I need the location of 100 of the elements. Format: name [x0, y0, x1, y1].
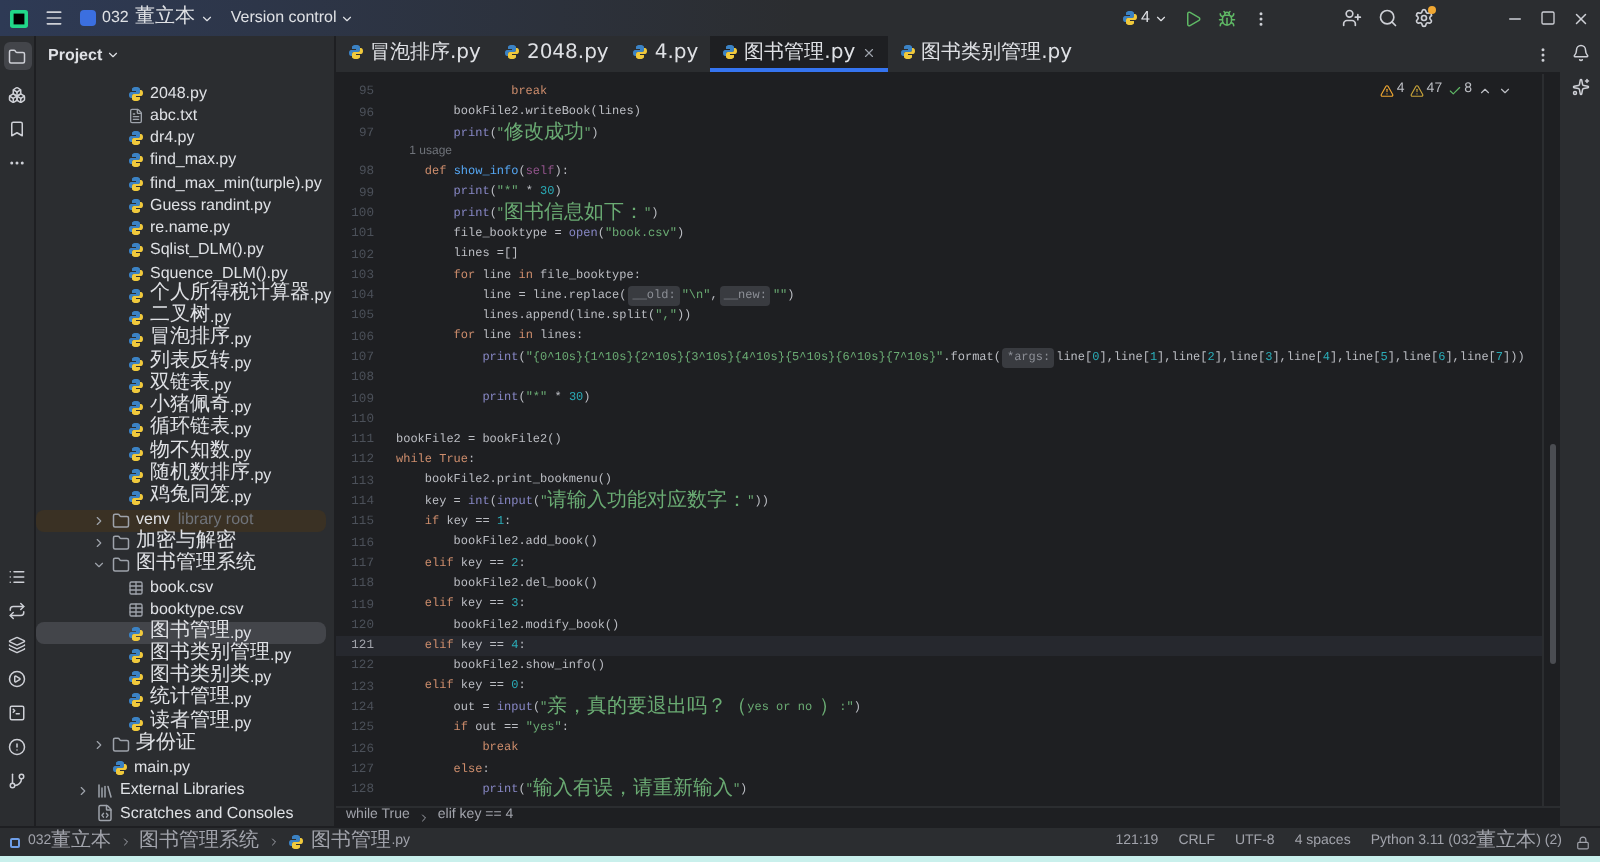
path-item[interactable]: 图书管理系统 [139, 831, 260, 853]
tree-item[interactable]: External Libraries [36, 779, 326, 802]
tree-item[interactable]: Sqlist_DLM().py [36, 239, 326, 262]
python-file-icon [632, 44, 649, 60]
python-file-icon [128, 670, 144, 687]
tree-item-label: 统计管理.py [150, 688, 252, 709]
editor-tab[interactable]: 2048.py [492, 36, 621, 72]
python-file-icon [348, 44, 364, 60]
tree-item[interactable]: dr4.py [36, 127, 326, 150]
menu-icon[interactable] [44, 8, 64, 28]
tree-item[interactable]: 鸡兔同笼.py [36, 487, 326, 510]
tree-item[interactable]: find_max_min(turple).py [36, 172, 326, 195]
tree-item-label: find_max.py [150, 148, 237, 173]
structure-icon[interactable] [8, 86, 26, 104]
python-file-icon [128, 332, 144, 349]
tree-item-label: dr4.py [150, 126, 195, 151]
tree-item-label: 个人所得税计算器.py [150, 283, 332, 304]
run-config-selector[interactable]: 4 [1121, 6, 1168, 30]
tree-item[interactable]: Scratches and Consoles [36, 802, 326, 825]
tree-item[interactable]: find_max.py [36, 149, 326, 172]
close-icon[interactable] [1572, 9, 1590, 27]
tree-item-label: 加密与解密 [136, 531, 236, 552]
editor-tab[interactable]: 图书管理.py [710, 36, 888, 72]
chevron-down-icon [1154, 11, 1168, 25]
tree-item-label: 图书管理系统 [136, 553, 256, 578]
settings-icon[interactable] [1414, 8, 1434, 28]
python-file-icon [128, 467, 144, 484]
close-tab-icon[interactable] [861, 45, 876, 59]
python-file-icon [128, 152, 144, 169]
editor-tab[interactable]: 冒泡排序.py [336, 36, 493, 72]
tree-item-label: 2048.py [150, 81, 207, 106]
tree-item-label: 鸡兔同笼.py [150, 486, 252, 511]
tree-item[interactable]: 循环链表.py [36, 419, 326, 442]
tree-item-label: 图书类别管理.py [150, 643, 292, 664]
tree-item[interactable]: main.py [36, 757, 326, 780]
tree-item[interactable]: 图书管理系统 [36, 554, 326, 577]
bookmark-icon[interactable] [8, 120, 26, 138]
tree-item[interactable]: 随机数排序.py [36, 464, 326, 487]
tree-item[interactable]: abc.txt [36, 104, 326, 127]
python-file-icon [128, 85, 144, 102]
tree-item-label: 小猪佩奇.py [150, 396, 252, 417]
run-circle-icon[interactable] [8, 670, 26, 688]
tree-item[interactable]: venv library root [36, 509, 326, 532]
lock-icon[interactable] [1576, 835, 1590, 849]
search-icon[interactable] [1378, 8, 1398, 28]
python-file-icon [128, 220, 144, 237]
tree-item-label: 循环链表.py [150, 418, 252, 440]
tree-item[interactable]: 读者管理.py [36, 712, 326, 735]
chevron-right-icon [417, 811, 430, 823]
python-file-icon [899, 44, 916, 60]
editor-tab[interactable]: 4.py [620, 36, 711, 72]
terminal-icon[interactable] [8, 704, 26, 722]
tree-item[interactable]: re.name.py [36, 217, 326, 240]
tree-item[interactable]: 身份证 [36, 734, 326, 757]
problems-icon[interactable] [8, 738, 26, 756]
notifications-icon[interactable] [1571, 44, 1589, 62]
tree-item[interactable]: book.csv [36, 577, 326, 600]
folder-icon [112, 556, 130, 575]
tree-item-label: 身份证 [136, 733, 196, 758]
text-file-icon [128, 107, 144, 124]
scrollbar-thumb[interactable] [1550, 444, 1556, 664]
chevron-down-icon [106, 48, 121, 62]
list-icon[interactable] [8, 568, 26, 586]
add-user-icon[interactable] [1342, 8, 1362, 28]
layers-icon[interactable] [8, 636, 26, 654]
debug-icon[interactable] [1218, 9, 1236, 27]
tree-item[interactable]: Guess randint.py [36, 194, 326, 217]
python-file-icon [128, 400, 144, 417]
python-file-icon [128, 310, 144, 327]
tree-item[interactable]: booktype.csv [36, 599, 326, 622]
tree-item-label: 物不知数.py [150, 441, 252, 462]
tree-item-label: book.csv [150, 576, 214, 601]
editor-tab[interactable]: 图书类别管理.py [887, 36, 1085, 72]
python-file-icon [128, 377, 144, 394]
python-file-icon [128, 490, 144, 507]
previous-icon[interactable] [1478, 83, 1492, 98]
ai-assistant-icon[interactable] [1571, 78, 1589, 96]
python-file-icon [128, 715, 144, 732]
vcs-selector[interactable]: Version control [230, 6, 355, 30]
table-file-icon [128, 602, 144, 619]
project-tool-button[interactable] [3, 42, 31, 70]
tree-item[interactable]: 冒泡排序.py [36, 329, 326, 352]
scratch-file-icon [96, 804, 114, 823]
tree-item-label: 二叉树.py [150, 306, 232, 327]
module-icon [10, 837, 20, 847]
tree-item[interactable]: 2048.py [36, 82, 326, 105]
tree-item[interactable]: 统计管理.py [36, 689, 326, 712]
tree-item[interactable]: Squence_DLM().py [36, 262, 326, 285]
project-view-selector[interactable]: Project [48, 43, 121, 67]
chevron-right-icon [119, 836, 132, 848]
tree-item-label: 列表反转.py [150, 351, 252, 372]
library-icon [96, 781, 114, 800]
python-file-icon [128, 175, 144, 192]
run-icon[interactable] [1184, 9, 1202, 27]
restore-icon[interactable] [1540, 10, 1556, 26]
git-branch-icon[interactable] [8, 772, 26, 790]
chevron-right-icon [267, 836, 280, 848]
next-icon[interactable] [1498, 83, 1512, 98]
folder-icon [112, 511, 130, 530]
python-file-icon [112, 760, 128, 777]
